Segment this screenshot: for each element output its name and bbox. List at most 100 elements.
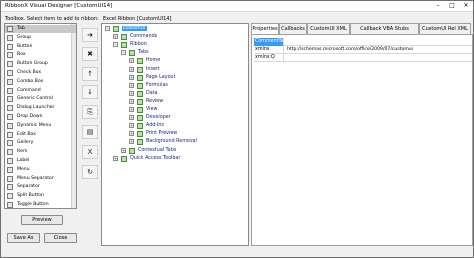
toolbox-item[interactable]: Tab bbox=[5, 25, 76, 33]
tab-callbacks[interactable]: Callbacks bbox=[279, 23, 307, 34]
tree-node[interactable]: + Review bbox=[102, 98, 248, 106]
toolbox-item[interactable]: Edit Box bbox=[5, 131, 76, 139]
property-value[interactable] bbox=[285, 54, 472, 62]
node-icon bbox=[121, 155, 127, 162]
toolbox-item[interactable]: Separator bbox=[5, 183, 76, 191]
toolbox-list[interactable]: Tab Group Button Box Button Group Check Box Co… bbox=[4, 23, 77, 209]
tree-node-label: customUI bbox=[122, 26, 147, 31]
tree-node-label: Home bbox=[146, 58, 161, 64]
toolbox-item-label: Separator bbox=[17, 184, 40, 190]
toggle-button-icon bbox=[7, 202, 13, 208]
save-as-button[interactable]: Save As bbox=[7, 233, 40, 243]
toolbox-item-label: Item bbox=[17, 149, 28, 155]
tab-customui-xml[interactable]: CustomUI XML bbox=[307, 23, 350, 34]
tree-node[interactable]: + Print Preview bbox=[102, 130, 248, 138]
tree-node[interactable]: + Data bbox=[102, 90, 248, 98]
toolbox-item-label: Menu Separator bbox=[17, 175, 54, 181]
toolbox-item[interactable]: Gallery bbox=[5, 139, 76, 147]
toolbox-item[interactable]: Button Group bbox=[5, 60, 76, 68]
toolbox-item-label: Edit Box bbox=[17, 131, 36, 137]
close-window-button[interactable]: ✕ bbox=[459, 1, 473, 11]
toolbox-item[interactable]: Command bbox=[5, 87, 76, 95]
tree-node[interactable]: + Quick Access Toolbar bbox=[102, 155, 248, 163]
node-icon bbox=[137, 58, 143, 65]
toolbox-item[interactable]: Toggle Button bbox=[5, 201, 76, 208]
paste-button[interactable]: ▤ bbox=[82, 125, 98, 139]
toolbox-item[interactable]: Generic Control bbox=[5, 95, 76, 103]
toolbox-item[interactable]: Drop Down bbox=[5, 113, 76, 121]
collapse-icon[interactable]: − bbox=[121, 50, 126, 56]
toolbox-item[interactable]: Check Box bbox=[5, 69, 76, 77]
expand-icon[interactable]: + bbox=[129, 123, 134, 129]
dynamic-menu-icon bbox=[7, 122, 13, 129]
toolbox-item[interactable]: Label bbox=[5, 157, 76, 165]
tree-node[interactable]: − customUI bbox=[102, 25, 248, 33]
toolbox-item[interactable]: Split Button bbox=[5, 192, 76, 200]
property-value[interactable]: http://schemas.microsoft.com/office/2009… bbox=[285, 46, 472, 54]
tab-callback-vba-stubs[interactable]: Callback VBA Stubs bbox=[350, 23, 419, 34]
toolbox-item[interactable]: Group bbox=[5, 34, 76, 42]
preview-button[interactable]: Preview bbox=[21, 215, 63, 225]
node-icon bbox=[137, 115, 143, 122]
node-icon bbox=[121, 34, 127, 41]
toolbox-item[interactable]: Combo Box bbox=[5, 78, 76, 86]
ribbon-tree[interactable]: − customUI + Commands − Ribbon − Tabs + Home + Inse… bbox=[101, 23, 249, 246]
toolbox-item[interactable]: Item bbox=[5, 148, 76, 156]
tree-node[interactable]: + Home bbox=[102, 57, 248, 65]
toolbox-item[interactable]: Dialog Launcher bbox=[5, 104, 76, 112]
expand-icon[interactable]: + bbox=[129, 74, 134, 80]
expand-icon[interactable]: + bbox=[129, 58, 134, 64]
toolbox-item[interactable]: Menu bbox=[5, 166, 76, 174]
remove-button[interactable]: ✖ bbox=[82, 47, 98, 61]
tree-node[interactable]: + Contextual Tabs bbox=[102, 147, 248, 155]
toolbox-item[interactable]: Button bbox=[5, 43, 76, 51]
maximize-button[interactable]: □ bbox=[445, 1, 459, 11]
button-icon bbox=[7, 43, 13, 50]
close-button[interactable]: Close bbox=[44, 233, 77, 243]
toolbox-item[interactable]: Menu Separator bbox=[5, 175, 76, 183]
refresh-button[interactable]: ↻ bbox=[82, 165, 98, 179]
tree-node[interactable]: + View bbox=[102, 106, 248, 114]
property-row[interactable]: xmlns http://schemas.microsoft.com/office… bbox=[254, 46, 472, 54]
collapse-icon[interactable]: − bbox=[105, 26, 110, 31]
tree-node[interactable]: + Commands bbox=[102, 33, 248, 41]
collapse-icon[interactable]: − bbox=[113, 42, 118, 48]
property-value[interactable] bbox=[285, 38, 472, 46]
command-icon bbox=[7, 87, 13, 94]
expand-icon[interactable]: + bbox=[129, 139, 134, 145]
tree-node[interactable]: + Developer bbox=[102, 114, 248, 122]
tree-node[interactable]: + Page Layout bbox=[102, 74, 248, 82]
move-down-button[interactable]: ↓ bbox=[82, 85, 98, 99]
toolbox-item[interactable]: Dynamic Menu bbox=[5, 122, 76, 130]
tree-node[interactable]: + Background Removal bbox=[102, 138, 248, 146]
move-up-button[interactable]: ↑ bbox=[82, 67, 98, 81]
expand-icon[interactable]: + bbox=[129, 107, 134, 112]
toolbox-item[interactable]: Box bbox=[5, 51, 76, 59]
expand-icon[interactable]: + bbox=[113, 155, 118, 161]
tree-node[interactable]: + Insert bbox=[102, 66, 248, 74]
tree-node[interactable]: + Formulas bbox=[102, 82, 248, 90]
add-arrow-button[interactable]: ➜ bbox=[82, 28, 98, 42]
toolbox-item-label: Gallery bbox=[17, 140, 34, 146]
expand-icon[interactable]: + bbox=[129, 66, 134, 72]
tree-node[interactable]: + Add-Ins bbox=[102, 122, 248, 130]
expand-icon[interactable]: + bbox=[129, 90, 134, 96]
expand-icon[interactable]: + bbox=[129, 131, 134, 137]
copy-button[interactable]: ⎘ bbox=[82, 105, 98, 119]
property-row[interactable]: xmlns:Q bbox=[254, 54, 472, 62]
expand-icon[interactable]: + bbox=[113, 34, 118, 40]
node-icon bbox=[137, 98, 143, 105]
tree-node[interactable]: − Tabs bbox=[102, 49, 248, 57]
tab-customui-rel-xml[interactable]: CustomUI Rel XML bbox=[419, 23, 471, 34]
tree-node-label: Add-Ins bbox=[146, 123, 164, 129]
property-row[interactable]: CommentText bbox=[254, 38, 472, 46]
tree-node[interactable]: − Ribbon bbox=[102, 41, 248, 49]
expand-icon[interactable]: + bbox=[129, 98, 134, 104]
excel-button[interactable]: X bbox=[82, 145, 98, 159]
expand-icon[interactable]: + bbox=[121, 147, 126, 153]
toolbox-item-label: Button bbox=[17, 43, 33, 49]
expand-icon[interactable]: + bbox=[129, 82, 134, 88]
minimize-button[interactable]: – bbox=[431, 1, 445, 11]
expand-icon[interactable]: + bbox=[129, 115, 134, 121]
split-button-icon bbox=[7, 193, 13, 200]
